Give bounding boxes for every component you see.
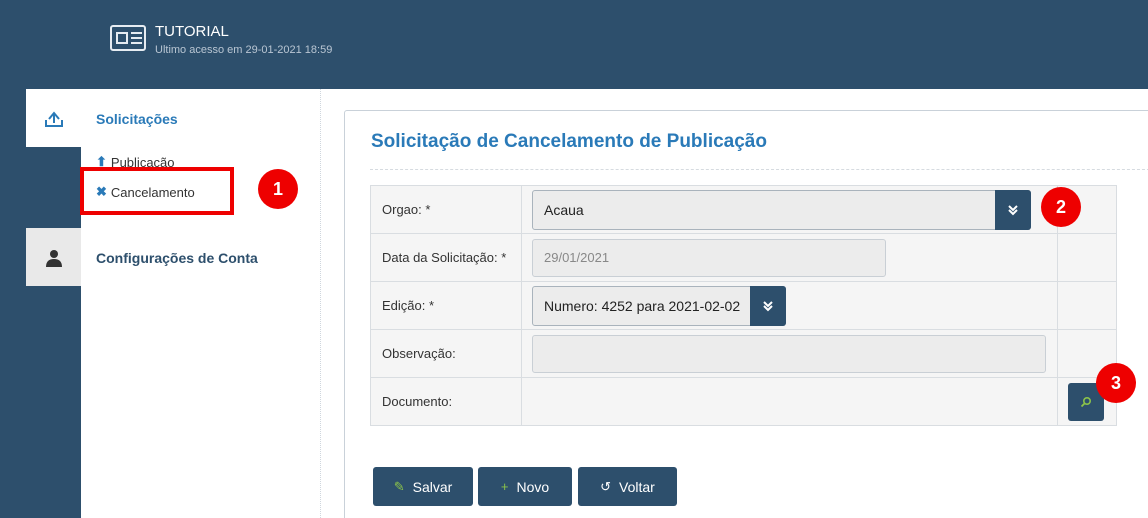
field-label: Data da Solicitação: * xyxy=(370,233,522,282)
form-table: Orgao: * Acaua Data da Solicitação: * 29… xyxy=(370,185,1117,426)
page-title: Solicitação de Cancelamento de Publicaçã… xyxy=(371,131,767,152)
form-row-edicao: Edição: * Numero: 4252 para 2021-02-02 xyxy=(370,281,1117,330)
search-icon xyxy=(1080,396,1092,407)
orgao-dropdown-button[interactable] xyxy=(995,189,1031,230)
field-label: Orgao: * xyxy=(370,185,522,234)
plus-icon: + xyxy=(500,479,509,494)
last-access-text: Ultimo acesso em 29-01-2021 18:59 xyxy=(155,44,333,56)
form-card: Solicitação de Cancelamento de Publicaçã… xyxy=(344,110,1148,518)
tab-configuracoes[interactable] xyxy=(26,228,82,286)
annotation-badge-3: 3 xyxy=(1096,363,1136,403)
form-row-documento: Documento: xyxy=(370,377,1117,426)
id-card-icon xyxy=(110,25,146,51)
back-button[interactable]: ↺ Voltar xyxy=(578,467,677,506)
undo-icon: ↺ xyxy=(600,478,612,494)
sidebar-menu: Solicitações ⬆ Publicação ✖ Cancelamento… xyxy=(81,89,321,518)
chevron-double-down-icon xyxy=(1008,204,1018,215)
pencil-icon: ✎ xyxy=(393,478,405,494)
edicao-select-value: Numero: 4252 para 2021-02-02 xyxy=(544,297,741,314)
app-title: TUTORIAL xyxy=(155,23,229,40)
main-content: Solicitação de Cancelamento de Publicaçã… xyxy=(321,89,1148,518)
title-divider xyxy=(370,169,1148,170)
highlight-box-cancelamento xyxy=(80,167,234,215)
tab-solicitacoes[interactable] xyxy=(26,89,82,147)
upload-tray-icon xyxy=(45,111,63,127)
orgao-select[interactable]: Acaua xyxy=(532,189,1031,230)
annotation-badge-1: 1 xyxy=(258,169,298,209)
field-label: Documento: xyxy=(370,377,522,426)
form-row-data: Data da Solicitação: * 29/01/2021 xyxy=(370,233,1117,282)
form-row-observacao: Observação: xyxy=(370,329,1117,378)
orgao-select-value: Acaua xyxy=(544,201,584,218)
edicao-dropdown-button[interactable] xyxy=(750,285,786,326)
chevron-double-down-icon xyxy=(763,300,773,311)
field-label: Edição: * xyxy=(370,281,522,330)
form-row-orgao: Orgao: * Acaua xyxy=(370,185,1117,234)
observacao-input[interactable] xyxy=(532,334,1046,373)
field-label: Observação: xyxy=(370,329,522,378)
annotation-badge-2: 2 xyxy=(1041,187,1081,227)
save-button[interactable]: ✎ Salvar xyxy=(373,467,473,506)
edicao-select[interactable]: Numero: 4252 para 2021-02-02 xyxy=(532,285,786,326)
app-header: TUTORIAL Ultimo acesso em 29-01-2021 18:… xyxy=(0,0,1148,89)
menu-section-solicitacoes[interactable]: Solicitações xyxy=(96,111,178,127)
user-icon xyxy=(46,250,62,267)
data-solicitacao-input[interactable]: 29/01/2021 xyxy=(532,238,886,277)
new-button[interactable]: + Novo xyxy=(478,467,572,506)
menu-section-configuracoes[interactable]: Configurações de Conta xyxy=(96,250,258,266)
